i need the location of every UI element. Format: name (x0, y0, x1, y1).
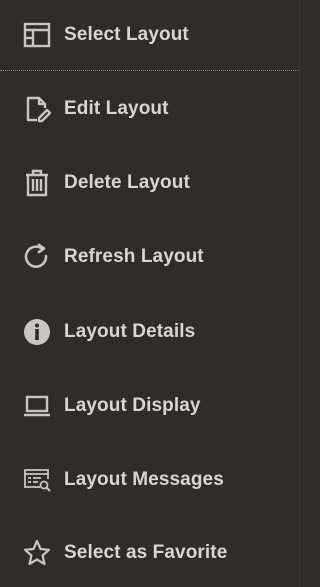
edit-layout-icon (22, 94, 52, 124)
menu-item-select-layout[interactable]: Select Layout (0, 14, 300, 56)
trash-icon (22, 168, 52, 198)
messages-search-icon (22, 465, 52, 495)
menu-item-refresh-layout[interactable]: Refresh Layout (0, 236, 300, 278)
menu-item-label: Refresh Layout (64, 246, 204, 267)
menu-item-label: Edit Layout (64, 98, 169, 119)
panel-edge (299, 0, 300, 587)
menu-item-label: Layout Messages (64, 469, 224, 490)
menu-item-label: Delete Layout (64, 172, 190, 193)
menu-item-label: Select as Favorite (64, 542, 228, 563)
laptop-icon (22, 391, 52, 421)
star-icon (22, 538, 52, 568)
menu-item-layout-display[interactable]: Layout Display (0, 385, 300, 427)
divider (0, 70, 300, 71)
layout-menu: Select Layout Edit Layout Delete Layout (0, 0, 300, 587)
menu-item-edit-layout[interactable]: Edit Layout (0, 88, 300, 130)
menu-item-label: Layout Display (64, 395, 201, 416)
menu-item-delete-layout[interactable]: Delete Layout (0, 162, 300, 204)
menu-item-layout-details[interactable]: Layout Details (0, 311, 300, 353)
select-layout-icon (22, 20, 52, 50)
menu-item-label: Layout Details (64, 321, 196, 342)
menu-item-layout-messages[interactable]: Layout Messages (0, 459, 300, 501)
info-icon (22, 317, 52, 347)
menu-item-select-as-favorite[interactable]: Select as Favorite (0, 532, 300, 574)
menu-item-label: Select Layout (64, 24, 189, 45)
refresh-icon (22, 242, 52, 272)
